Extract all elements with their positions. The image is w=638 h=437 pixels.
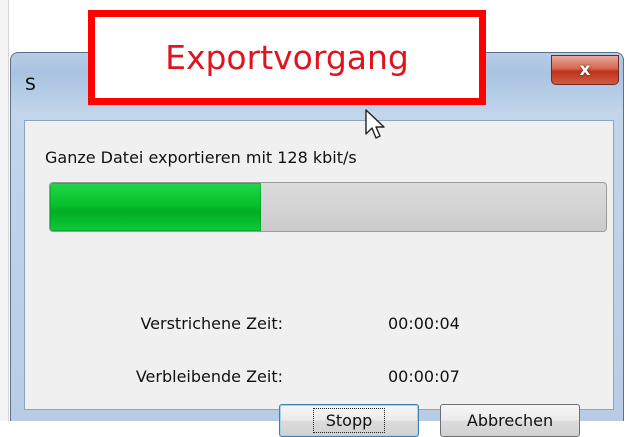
dialog-body: Ganze Datei exportieren mit 128 kbit/s V… bbox=[24, 120, 614, 437]
export-progress-bar bbox=[49, 182, 607, 232]
export-callout-label: Exportvorgang bbox=[88, 10, 486, 105]
elapsed-time-label: Verstrichene Zeit: bbox=[140, 314, 283, 333]
mouse-pointer-icon bbox=[365, 109, 385, 139]
close-button[interactable]: x bbox=[551, 55, 619, 85]
remaining-time-label: Verbleibende Zeit: bbox=[135, 367, 283, 386]
export-info-text: Ganze Datei exportieren mit 128 kbit/s bbox=[45, 148, 357, 167]
close-icon: x bbox=[579, 60, 591, 80]
elapsed-time-value: 00:00:04 bbox=[388, 314, 460, 333]
remaining-time-value: 00:00:07 bbox=[388, 367, 460, 386]
remaining-time-row: Verbleibende Zeit: 00:00:07 bbox=[25, 367, 613, 389]
window-title: S bbox=[25, 75, 36, 95]
export-dialog: S x Ganze Datei exportieren mit 128 kbit… bbox=[10, 52, 624, 437]
background-window-edge bbox=[0, 0, 9, 421]
progress-fill bbox=[50, 183, 262, 231]
elapsed-time-row: Verstrichene Zeit: 00:00:04 bbox=[25, 314, 613, 336]
